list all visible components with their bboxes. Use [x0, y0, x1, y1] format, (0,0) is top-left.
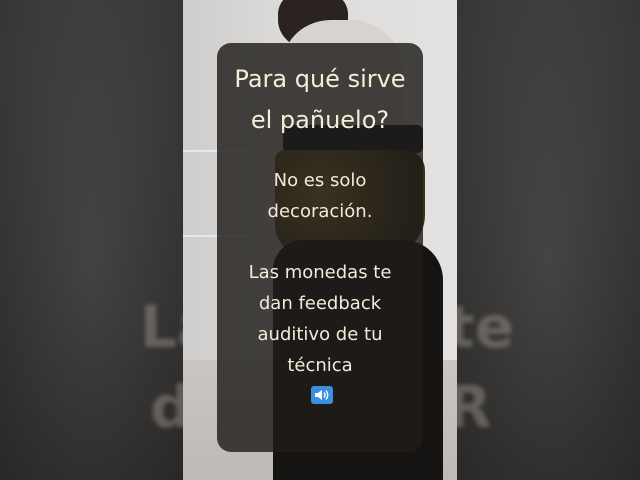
paragraph-line: técnica [287, 355, 353, 376]
paragraph-line: decoración. [267, 201, 373, 222]
paragraph-line: No es solo [273, 170, 367, 191]
ghost-text-fragment: R [457, 373, 492, 441]
paragraph-line: auditivo de tu [257, 324, 383, 345]
heading-line: el pañuelo? [250, 106, 390, 134]
heading-line: Para qué sirve [234, 65, 406, 93]
paragraph-line: Las monedas te [248, 262, 392, 283]
ghost-text-fragment: te [457, 293, 515, 361]
blurred-background-left: La d [0, 0, 183, 480]
paragraph-line: dan feedback [258, 293, 382, 314]
blurred-background-right: te R [457, 0, 640, 480]
video-frame-screenshot: La d te R Para qué sirve el pañuelo? No … [0, 0, 640, 480]
caption-paragraph-1: No es solo decoración. [217, 165, 423, 227]
speaker-loud-icon [311, 386, 333, 404]
ghost-text-fragment: d [150, 373, 183, 441]
caption-card: Para qué sirve el pañuelo? No es solo de… [217, 43, 423, 452]
caption-paragraph-2: Las monedas te dan feedback auditivo de … [217, 257, 423, 412]
ghost-text-fragment: La [140, 293, 183, 361]
caption-heading: Para qué sirve el pañuelo? [217, 59, 423, 141]
paragraph-line-with-icon: técnica [217, 350, 423, 412]
